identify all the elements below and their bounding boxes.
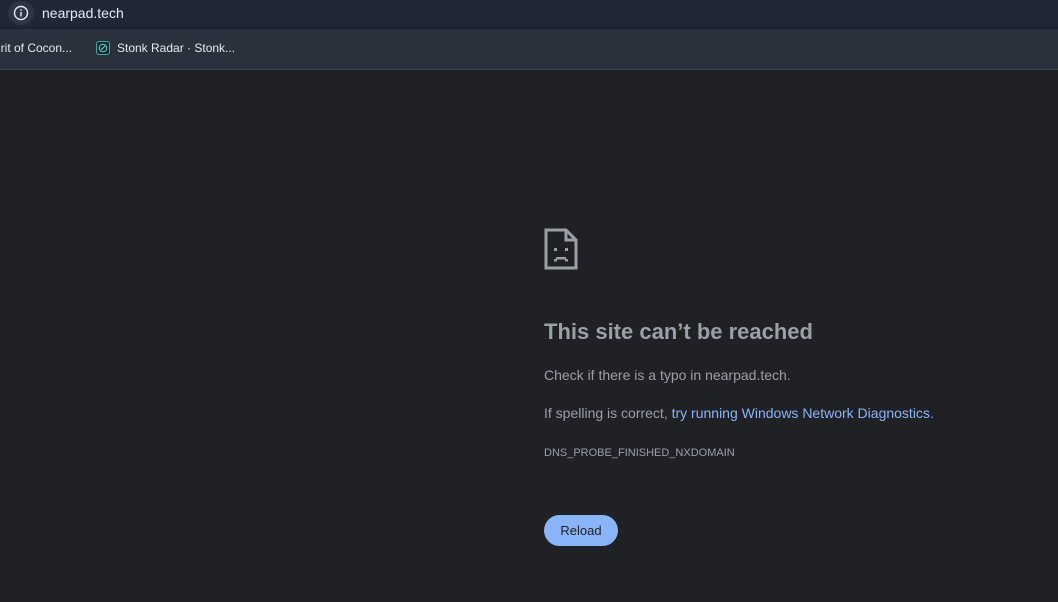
- url-text[interactable]: nearpad.tech: [42, 4, 124, 22]
- diagnostics-prefix: If spelling is correct,: [544, 405, 672, 421]
- diagnostics-hint: If spelling is correct, try running Wind…: [544, 404, 934, 422]
- bookmarks-bar: irit of Cocon... Stonk Radar · Stonk...: [0, 29, 1058, 70]
- info-icon: [13, 5, 29, 21]
- bookmark-item-stonk-radar[interactable]: Stonk Radar · Stonk...: [96, 40, 235, 56]
- error-page: [0, 70, 1058, 602]
- browser-top-bar: nearpad.tech: [0, 0, 1058, 29]
- diagnostics-suffix: .: [929, 405, 934, 421]
- bookmark-item[interactable]: irit of Cocon...: [0, 40, 72, 56]
- site-info-button[interactable]: [8, 1, 34, 25]
- error-title: This site can’t be reached: [544, 319, 813, 344]
- bookmark-label: irit of Cocon...: [0, 41, 73, 55]
- diagnostics-link[interactable]: try running Windows Network Diagnostics: [672, 405, 930, 421]
- address-bar[interactable]: nearpad.tech: [0, 0, 1058, 27]
- typo-hint: Check if there is a typo in nearpad.tech…: [544, 367, 791, 383]
- reload-button[interactable]: Reload: [544, 515, 618, 546]
- error-code: DNS_PROBE_FINISHED_NXDOMAIN: [544, 447, 735, 459]
- sad-page-icon: [544, 228, 578, 275]
- bookmark-label: Stonk Radar · Stonk...: [117, 41, 236, 55]
- stonk-radar-favicon-icon: [96, 41, 110, 55]
